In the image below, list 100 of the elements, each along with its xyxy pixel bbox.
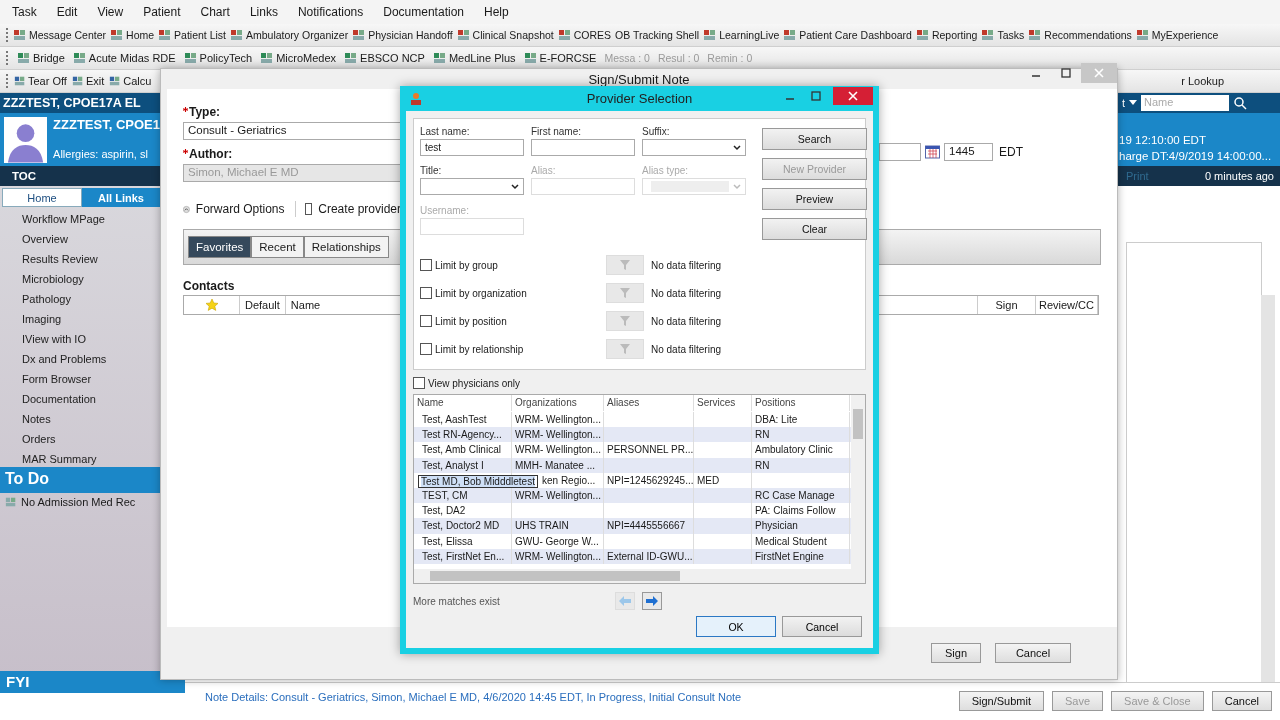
search-icon[interactable] (1233, 96, 1248, 110)
sidebar-item[interactable]: Orders (22, 429, 160, 449)
toolbar-button[interactable]: Recommendations (1028, 28, 1132, 42)
rename-field[interactable]: Test MD, Bob Midddletest (418, 474, 538, 488)
table-cell: MMH- Manatee ... (512, 457, 604, 473)
toolbar-button[interactable]: E-FORCSE (523, 51, 597, 65)
menu-item[interactable]: Chart (200, 5, 230, 19)
checkbox[interactable] (420, 315, 432, 327)
sidebar-item[interactable]: Form Browser (22, 369, 160, 389)
dialog-button[interactable]: Clear (762, 218, 867, 240)
timezone-label: EDT (999, 145, 1023, 159)
table-cell: Test, Doctor2 MD (414, 518, 512, 534)
checkbox[interactable] (420, 287, 432, 299)
close-icon[interactable] (848, 91, 858, 101)
checkbox[interactable] (413, 377, 425, 389)
scrollbar[interactable] (1261, 295, 1275, 682)
toolbar-button[interactable]: Message Center (13, 28, 107, 42)
table-cell: PERSONNEL PR... (604, 442, 694, 458)
funnel-icon (620, 259, 630, 271)
toolbar-button[interactable]: Ambulatory Organizer (230, 28, 349, 42)
toolbar-button[interactable]: Bridge (17, 51, 65, 65)
time-field[interactable]: 1445 (944, 143, 993, 161)
menu-item[interactable]: Notifications (297, 5, 364, 19)
footer-button[interactable]: Sign/Submit (958, 691, 1044, 711)
menu-item[interactable]: Documentation (383, 5, 464, 19)
dropdown[interactable] (642, 139, 746, 156)
toolbar-button[interactable]: PolicyTech (183, 51, 253, 65)
sidebar-item[interactable]: Dx and Problems (22, 349, 160, 369)
toolbar-button[interactable]: MyExperience (1135, 28, 1219, 42)
input-field[interactable]: test (420, 139, 524, 156)
toolbar-button[interactable]: r Lookup (1181, 75, 1224, 87)
sidebar-tab[interactable]: Home (2, 188, 82, 207)
menu-item[interactable]: View (97, 5, 124, 19)
maximize-icon[interactable] (1061, 68, 1071, 78)
sidebar-item[interactable]: Workflow MPage (22, 209, 160, 229)
toolbar-button[interactable]: Physician Handoff (352, 28, 453, 42)
tab[interactable]: Favorites (188, 236, 252, 258)
toolbar-button[interactable]: Patient List (158, 28, 226, 42)
toolbar-button[interactable]: EBSCO NCP (344, 51, 425, 65)
tab[interactable]: Recent (251, 236, 304, 258)
toolbar-button[interactable]: LearningLive (703, 28, 780, 42)
dialog-button[interactable]: Cancel (782, 616, 862, 637)
toolbar-button[interactable]: Exit (71, 74, 105, 88)
table-cell: UHS TRAIN (512, 518, 604, 534)
toolbar-button[interactable]: MedLine Plus (432, 51, 516, 65)
sidebar-item[interactable]: MAR Summary (22, 449, 160, 467)
scrollbar[interactable] (414, 569, 865, 583)
toolbar-button[interactable]: Acute Midas RDE (72, 51, 176, 65)
sidebar-item[interactable]: Overview (22, 229, 160, 249)
sidebar-item[interactable]: IView with IO (22, 329, 160, 349)
forward-options[interactable]: Forward Options (195, 202, 285, 216)
date-field[interactable] (879, 143, 921, 161)
dialog-button[interactable]: OK (696, 616, 776, 637)
sidebar-item[interactable]: Imaging (22, 309, 160, 329)
refresh-status[interactable]: 0 minutes ago (1204, 170, 1274, 182)
maximize-icon[interactable] (811, 91, 821, 101)
toolbar-button[interactable]: Clinical Snapshot (456, 28, 554, 42)
caret-icon[interactable] (1129, 100, 1138, 106)
tile-icon (109, 75, 122, 87)
toolbar-button[interactable]: Tasks (981, 28, 1025, 42)
toolbar-button[interactable]: CORES (557, 28, 612, 42)
menu-item[interactable]: Edit (56, 5, 78, 19)
menu-item[interactable]: Task (12, 5, 37, 19)
toolbar-button[interactable]: MicroMedex (260, 51, 337, 65)
sidebar-item[interactable]: Documentation (22, 389, 160, 409)
checkbox[interactable] (420, 259, 432, 271)
checkbox[interactable] (305, 203, 313, 215)
dropdown[interactable]: t (1122, 97, 1126, 109)
type-field[interactable]: Consult - Geriatrics (183, 122, 401, 140)
sidebar-item[interactable]: Notes (22, 409, 160, 429)
dialog-button[interactable]: Cancel (995, 643, 1071, 663)
toolbar-button[interactable]: Patient Care Dashboard (783, 28, 912, 42)
dialog-button[interactable]: Search (762, 128, 867, 150)
sidebar-item[interactable]: Microbiology (22, 269, 160, 289)
checkbox[interactable] (420, 343, 432, 355)
scrollbar[interactable] (851, 395, 865, 569)
next-button[interactable] (642, 592, 662, 610)
footer-button[interactable]: Cancel (1211, 691, 1272, 711)
dropdown[interactable] (420, 178, 524, 196)
tab[interactable]: Relationships (303, 236, 389, 258)
sidebar-tab[interactable]: All Links (82, 188, 160, 207)
toolbar-button[interactable]: Home (110, 28, 155, 42)
tile-icon (14, 75, 26, 87)
todo-item[interactable]: No Admission Med Rec (0, 493, 160, 511)
toolbar-button[interactable]: Reporting (915, 28, 978, 42)
toolbar-button[interactable]: OB Tracking Shell (615, 29, 700, 41)
toolbar-button[interactable]: Tear Off (14, 74, 67, 88)
menu-item[interactable]: Links (249, 5, 278, 19)
dialog-button[interactable]: Preview (762, 188, 867, 210)
toolbar-button[interactable]: Calcu (109, 74, 152, 88)
sidebar-item[interactable]: Pathology (22, 289, 160, 309)
dialog-button[interactable]: Sign (931, 643, 981, 663)
sidebar-item[interactable]: Results Review (22, 249, 160, 269)
filter-status: No data filtering (651, 287, 722, 299)
table-cell: MED (694, 472, 752, 488)
menu-item[interactable]: Help (484, 5, 509, 19)
input-field[interactable] (531, 139, 635, 156)
calendar-icon[interactable] (925, 145, 940, 159)
filter-status: No data filtering (651, 315, 722, 327)
menu-item[interactable]: Patient (143, 5, 181, 19)
